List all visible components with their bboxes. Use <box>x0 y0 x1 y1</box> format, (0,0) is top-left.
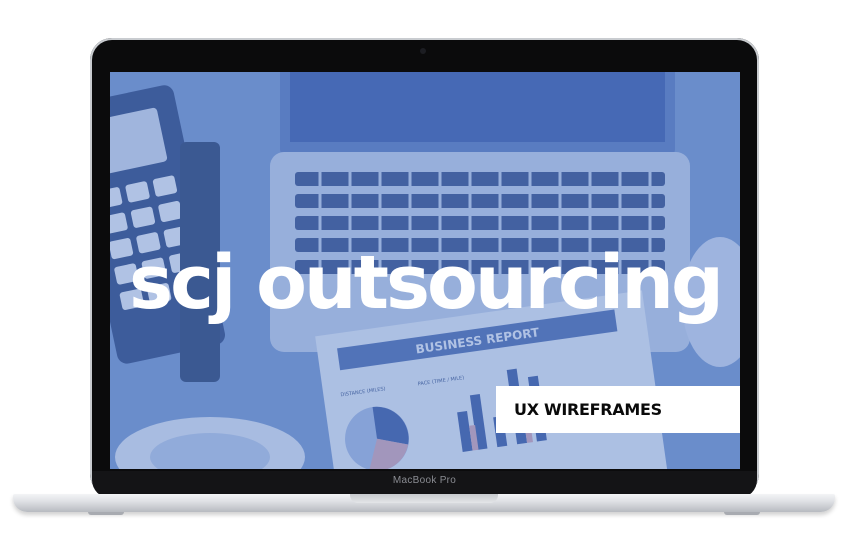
laptop-foot-left <box>88 512 124 515</box>
tag-label: UX WIREFRAMES <box>514 400 662 419</box>
macbook-mockup: BUSINESS REPORT DISTANCE (MILES) PACE (T… <box>0 0 848 539</box>
laptop-screen: BUSINESS REPORT DISTANCE (MILES) PACE (T… <box>110 72 740 469</box>
laptop-opening-notch <box>350 494 498 503</box>
brand-headline: scj outsourcing <box>129 240 724 326</box>
macbook-label: MacBook Pro <box>392 475 457 486</box>
laptop-foot-right <box>724 512 760 515</box>
ux-wireframes-tag: UX WIREFRAMES <box>496 386 740 433</box>
